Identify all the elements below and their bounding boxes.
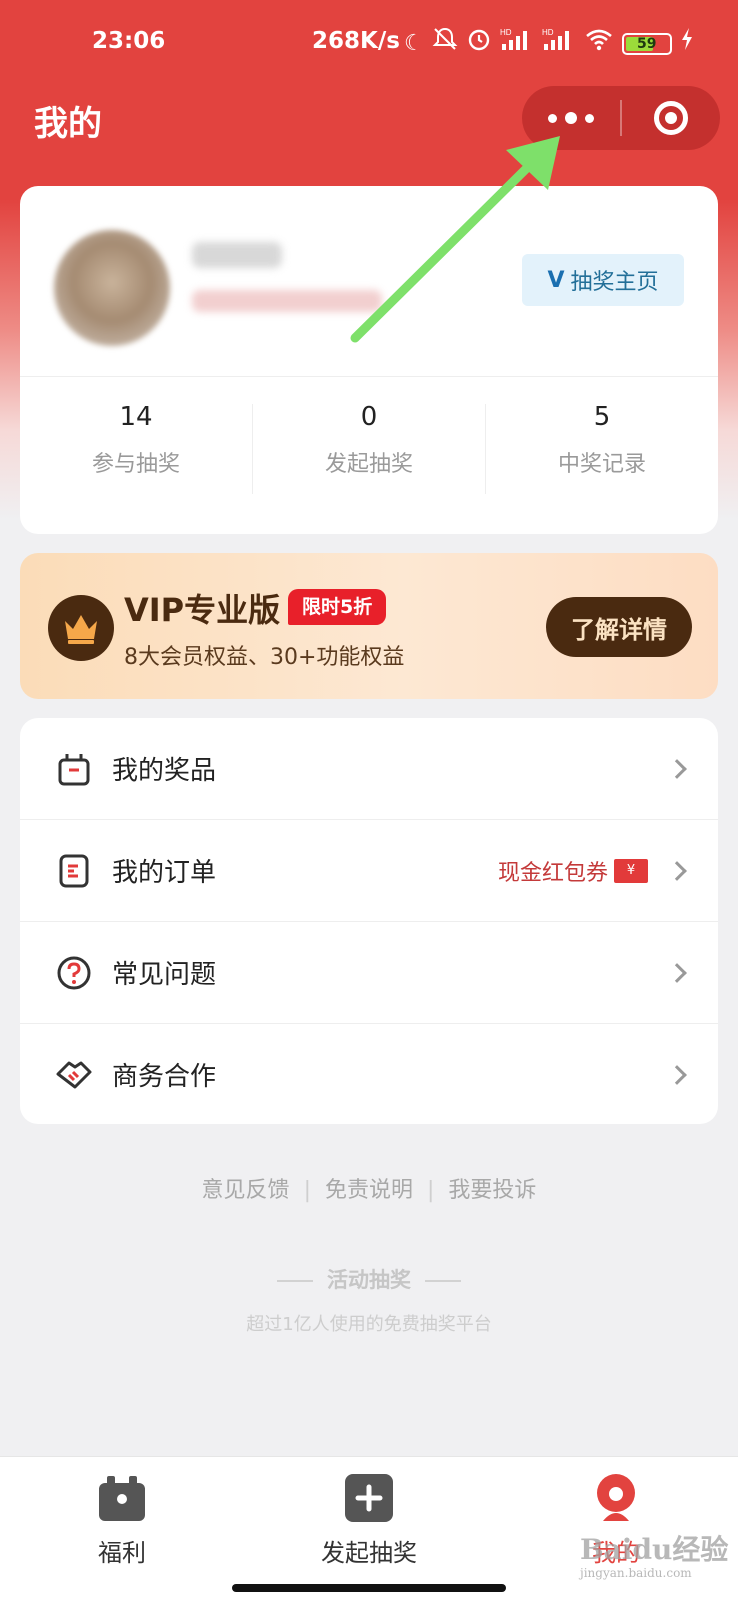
coupon-ticket-icon: ¥ [614,858,649,883]
stat-value: 14 [119,402,153,432]
complaint-link[interactable]: 我要投诉 [448,1178,536,1203]
verified-v-icon: V [547,267,565,293]
footer-links: 意见反馈 | 免责说明 | 我要投诉 [0,1172,738,1204]
vip-banner[interactable]: VIP专业版 限时5折 8大会员权益、30+功能权益 了解详情 [20,553,718,699]
brand-label: 活动抽奖 [327,1268,411,1292]
stat-initiated[interactable]: 0 发起抽奖 [253,392,485,492]
stat-label: 参与抽奖 [91,452,180,477]
network-speed: 268K/s [312,28,400,54]
link-separator: | [427,1178,435,1203]
status-time: 23:06 [92,28,166,54]
stat-won-records[interactable]: 5 中奖记录 [486,392,718,492]
chevron-right-icon [667,1064,687,1085]
feedback-link[interactable]: 意见反馈 [202,1178,290,1203]
watermark-text: Baidu经验 [580,1533,729,1566]
battery-level: 59 [636,35,657,52]
chevron-right-icon [667,962,687,983]
page-title: 我的 [34,104,102,144]
stat-label: 发起抽奖 [324,452,413,477]
question-icon [54,953,94,993]
menu-item-faq[interactable]: 常见问题 [20,922,718,1023]
tab-welfare[interactable]: 福利 [42,1473,202,1568]
disclaimer-link[interactable]: 免责说明 [325,1178,413,1203]
menu-label: 商务合作 [112,1062,217,1092]
miniprogram-capsule [522,86,720,150]
chevron-right-icon [667,758,687,779]
status-icons: ☾ HD HD 59 [404,26,694,61]
vip-subtitle: 8大会员权益、30+功能权益 [124,645,405,670]
signal-hd-icon: HD [542,26,576,61]
order-icon [54,851,94,891]
crown-icon [48,595,114,661]
user-subtitle-blurred [192,290,382,312]
menu-label: 我的奖品 [112,756,217,786]
discount-badge: 限时5折 [288,589,387,625]
brand-tagline: 超过1亿人使用的免费抽奖平台 [246,1314,492,1335]
charging-icon [680,27,694,60]
coupon-label: 现金红包券 [498,860,609,886]
brand-name: 活动抽奖 [0,1264,738,1294]
stat-value: 5 [593,402,611,432]
mute-icon [432,26,458,61]
avatar[interactable] [54,230,170,346]
stat-label: 中奖记录 [557,452,646,477]
tab-label: 福利 [98,1539,146,1567]
stat-value: 0 [360,402,378,432]
home-indicator[interactable] [232,1584,506,1592]
menu-item-business-cooperation[interactable]: 商务合作 [20,1024,718,1125]
watermark-url: jingyan.baidu.com [580,1566,692,1580]
menu-item-my-orders[interactable]: 我的订单 现金红包券 ¥ [20,820,718,921]
brand-dash [277,1280,313,1282]
lottery-home-button[interactable]: V 抽奖主页 [522,254,684,306]
close-miniprogram-button[interactable] [622,86,720,150]
menu-list: 我的奖品 我的订单 现金红包券 ¥ 常见问题 商务合作 [20,718,718,1124]
target-circle-icon [654,101,688,135]
user-icon [591,1473,641,1523]
baidu-watermark: Baidu经验 jingyan.baidu.com [580,1528,728,1580]
svg-text:HD: HD [542,28,554,37]
gift-box-icon [54,749,94,789]
username-blurred [192,242,282,268]
tab-start-lottery[interactable]: 发起抽奖 [289,1473,449,1568]
menu-label: 我的订单 [112,858,217,888]
battery-icon: 59 [621,32,672,55]
menu-label: 常见问题 [112,960,217,990]
stat-participated[interactable]: 14 参与抽奖 [20,392,252,492]
wifi-icon [584,26,614,61]
brand-dash [425,1280,461,1282]
lottery-home-label: 抽奖主页 [570,270,659,295]
more-dot-icon [565,112,577,124]
handshake-icon [54,1055,94,1095]
chevron-right-icon [667,860,687,881]
signal-hd-icon: HD [500,26,534,61]
profile-card: V 抽奖主页 14 参与抽奖 0 发起抽奖 5 中奖记录 [20,186,718,534]
more-dot-icon [548,113,557,123]
cash-coupon-tag[interactable]: 现金红包券 ¥ [498,855,649,887]
more-menu-button[interactable] [522,86,620,150]
moon-icon: ☾ [404,30,424,56]
plus-icon [344,1473,394,1523]
link-separator: | [303,1178,311,1203]
tab-label: 发起抽奖 [321,1539,417,1567]
svg-text:HD: HD [500,28,512,37]
alarm-icon [466,26,492,61]
vip-title: VIP专业版 [124,591,281,629]
status-bar: 23:06 268K/s ☾ HD HD 59 [0,0,738,80]
stats-divider [20,376,718,377]
learn-more-button[interactable]: 了解详情 [546,597,692,657]
gift-icon [97,1473,147,1523]
menu-item-my-prizes[interactable]: 我的奖品 [20,718,718,819]
more-dot-icon [585,113,594,123]
